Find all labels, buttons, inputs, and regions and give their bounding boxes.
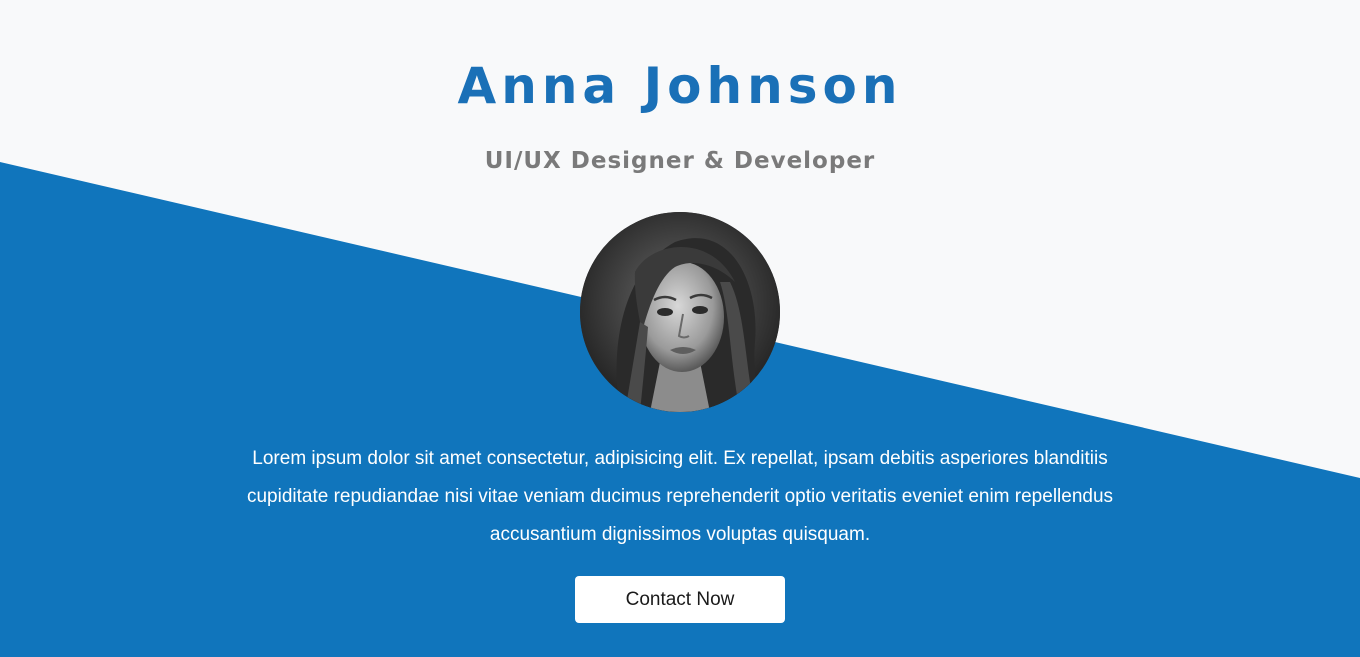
hero-section: Anna Johnson UI/UX Designer & Developer: [0, 0, 1360, 657]
profile-photo: [580, 212, 780, 412]
profile-name: Anna Johnson: [457, 57, 903, 115]
profile-bio: Lorem ipsum dolor sit amet consectetur, …: [246, 448, 1114, 545]
profile-title: UI/UX Designer & Developer: [484, 148, 876, 174]
contact-now-button[interactable]: Contact Now: [575, 576, 785, 623]
